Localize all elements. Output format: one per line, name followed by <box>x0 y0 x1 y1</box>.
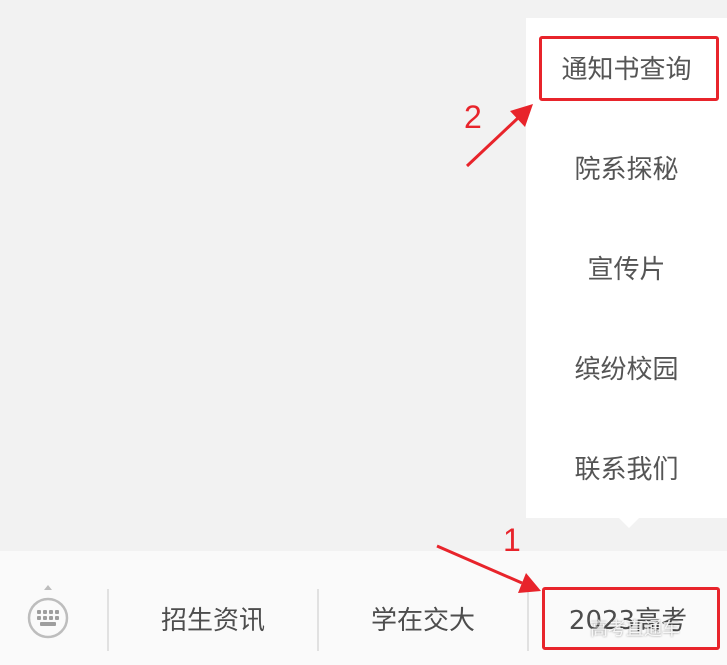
watermark: 高考直通车 <box>590 619 680 640</box>
step-number-2: 2 <box>464 99 482 135</box>
step-number-1: 1 <box>503 522 521 558</box>
annotation-arrows <box>436 104 541 593</box>
